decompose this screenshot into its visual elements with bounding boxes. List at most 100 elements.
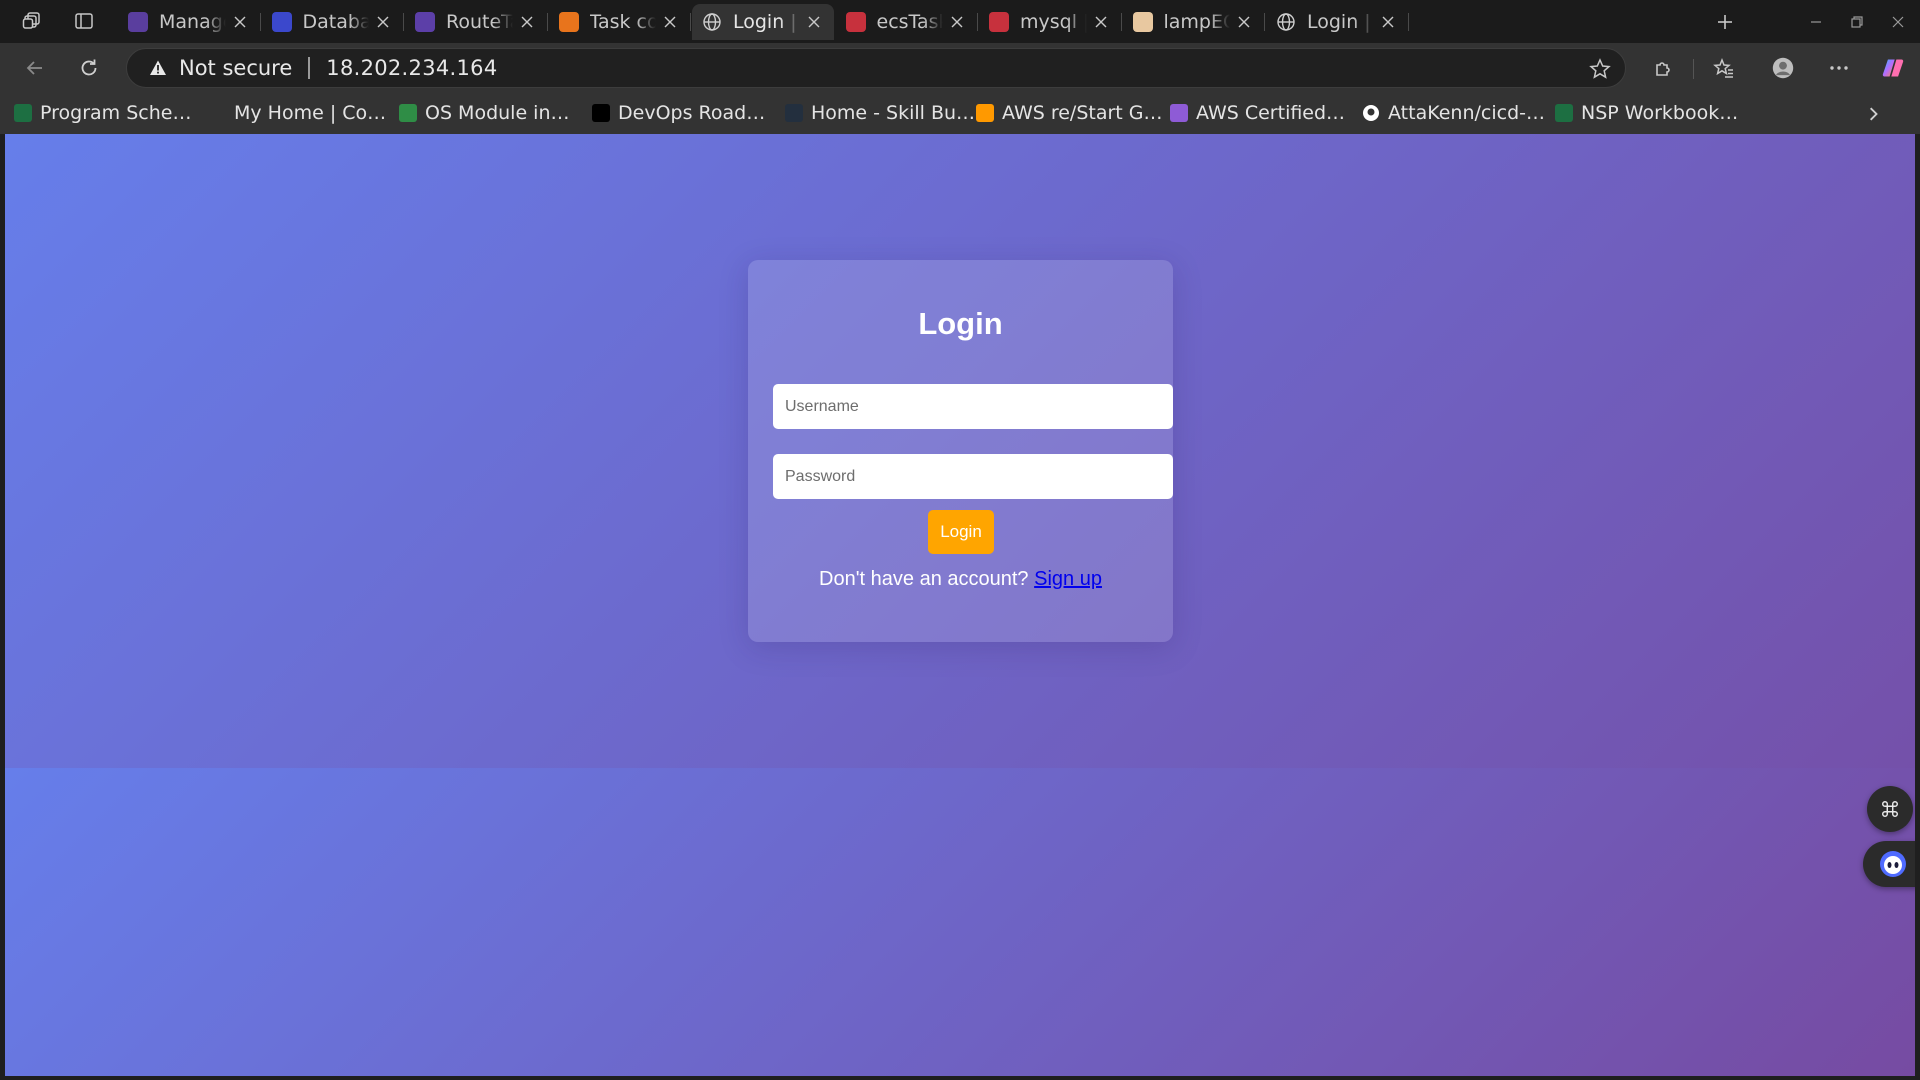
bookmark-label: OS Module in…	[425, 102, 570, 124]
bookmark-5[interactable]: Home - Skill Bu…	[785, 101, 975, 125]
tab-1[interactable]: Manage AWS	[118, 4, 261, 40]
tab-separator	[1264, 13, 1265, 31]
tab-7[interactable]: mysql | Secr	[979, 4, 1122, 40]
tab-close-icon[interactable]	[1234, 12, 1254, 32]
bookmark-2[interactable]: My Home | Co…	[208, 101, 386, 125]
tab-4[interactable]: Task config	[549, 4, 691, 40]
tab-separator	[977, 13, 978, 31]
tab-title: Manage AWS	[159, 11, 226, 33]
tab-title: Database De	[302, 11, 370, 33]
tab-separator	[546, 13, 548, 31]
amazon-icon	[976, 104, 994, 122]
tab-separator	[403, 13, 404, 31]
address-bar[interactable]: Not secure 18.202.234.164	[126, 48, 1626, 88]
bookmark-label: Program Sche…	[40, 102, 192, 124]
tab-title: lampECSder	[1163, 11, 1231, 33]
tab-5[interactable]: Login | PHP	[692, 4, 834, 40]
excel-icon	[14, 104, 32, 122]
favorite-star-icon[interactable]	[1587, 56, 1613, 82]
tab-3[interactable]: RouteTable	[405, 4, 548, 40]
bookmark-label: NSP Workbook…	[1581, 102, 1739, 124]
bookmark-label: DevOps Road…	[618, 102, 766, 124]
tab-separator	[259, 13, 261, 31]
reload-button[interactable]	[72, 51, 106, 85]
tab-6[interactable]: ecsTaskExec	[836, 4, 978, 40]
jenkins-icon	[1132, 12, 1153, 32]
vertical-tabs-icon[interactable]	[69, 6, 99, 36]
aws-cube-icon	[128, 12, 148, 32]
restore-button[interactable]	[1842, 7, 1872, 37]
tab-separator	[690, 13, 691, 31]
geeksforgeeks-icon	[399, 104, 417, 122]
globe-icon	[702, 12, 722, 32]
security-indicator[interactable]: Not secure	[149, 56, 292, 80]
tab-close-icon[interactable]	[517, 12, 537, 32]
tab-separator	[1120, 13, 1122, 31]
tab-9[interactable]: Login | PHP	[1266, 4, 1409, 40]
tab-close-icon[interactable]	[230, 12, 250, 32]
signup-prompt-text: Don't have an account?	[819, 568, 1029, 590]
tab-2[interactable]: Database De	[262, 4, 404, 40]
cube-icon	[1170, 104, 1188, 122]
bookmark-label: AWS Certified…	[1196, 102, 1346, 124]
tab-close-icon[interactable]	[804, 12, 824, 32]
security-label: Not secure	[179, 56, 293, 80]
bookmark-6[interactable]: AWS re/Start G…	[976, 101, 1163, 125]
password-input[interactable]	[773, 454, 1173, 499]
tab-close-icon[interactable]	[1378, 12, 1398, 32]
rds-icon	[271, 12, 292, 32]
signup-prompt: Don't have an account? Sign up	[748, 568, 1173, 591]
bookmark-1[interactable]: Program Sche…	[14, 101, 191, 125]
tab-title: ecsTaskExec	[876, 11, 944, 33]
bookmarks-overflow-chevron-icon[interactable]	[1862, 103, 1884, 125]
home-icon	[208, 104, 226, 122]
bookmark-9[interactable]: NSP Workbook…	[1555, 101, 1738, 125]
roadmap-icon	[592, 104, 610, 122]
close-window-button[interactable]	[1883, 7, 1913, 37]
tab-close-icon[interactable]	[1091, 12, 1111, 32]
aws-icon	[785, 104, 803, 122]
tab-separator	[1407, 13, 1409, 31]
assistant-button[interactable]	[1863, 841, 1915, 887]
tab-title: Login | PHP	[733, 11, 800, 33]
tab-close-icon[interactable]	[947, 12, 967, 32]
tab-8[interactable]: lampECSder	[1123, 4, 1265, 40]
profile-avatar[interactable]	[1766, 51, 1800, 85]
tab-strip: Manage AWS Database De RouteTable Task conf…	[0, 0, 1920, 43]
bookmark-8[interactable]: AttaKenn/cicd-…	[1362, 101, 1545, 125]
minimize-button[interactable]	[1801, 7, 1831, 37]
bookmark-label: AWS re/Start G…	[1002, 102, 1163, 124]
tab-title: Login | PHP	[1307, 11, 1374, 33]
page-background-lower	[5, 768, 1915, 1076]
bookmark-3[interactable]: OS Module in…	[399, 101, 570, 125]
globe-icon	[1276, 12, 1296, 32]
tab-close-icon[interactable]	[660, 12, 680, 32]
assistant-face-icon	[1880, 851, 1906, 877]
new-tab-button[interactable]	[1710, 7, 1740, 37]
more-menu-icon[interactable]	[1822, 51, 1856, 85]
tab-title: Task config	[589, 11, 657, 33]
login-button[interactable]: Login	[928, 510, 994, 554]
tab-close-icon[interactable]	[373, 12, 393, 32]
excel-icon	[1555, 104, 1573, 122]
back-button[interactable]	[18, 51, 52, 85]
login-card: Login Login Don't have an account? Sign …	[748, 260, 1173, 642]
bookmark-7[interactable]: AWS Certified…	[1170, 101, 1345, 125]
toolbar-divider	[1693, 59, 1694, 79]
quick-apps-button[interactable]	[1867, 786, 1913, 832]
bookmarks-bar: Program Sche… My Home | Co… OS Module in… D…	[0, 93, 1920, 134]
ecs-icon	[558, 12, 579, 32]
vpc-icon	[415, 12, 435, 32]
url-text[interactable]: 18.202.234.164	[326, 56, 497, 80]
extensions-icon[interactable]	[1647, 51, 1681, 85]
bookmark-label: AttaKenn/cicd-…	[1388, 102, 1545, 124]
username-input[interactable]	[773, 384, 1173, 429]
github-icon	[1362, 104, 1380, 122]
signup-link[interactable]: Sign up	[1034, 568, 1102, 590]
bookmark-4[interactable]: DevOps Road…	[592, 101, 765, 125]
favorites-icon[interactable]	[1707, 51, 1741, 85]
warning-icon	[150, 60, 166, 75]
secrets-manager-icon	[989, 12, 1009, 32]
copilot-icon[interactable]	[1876, 51, 1910, 85]
workspaces-icon[interactable]	[17, 6, 47, 36]
